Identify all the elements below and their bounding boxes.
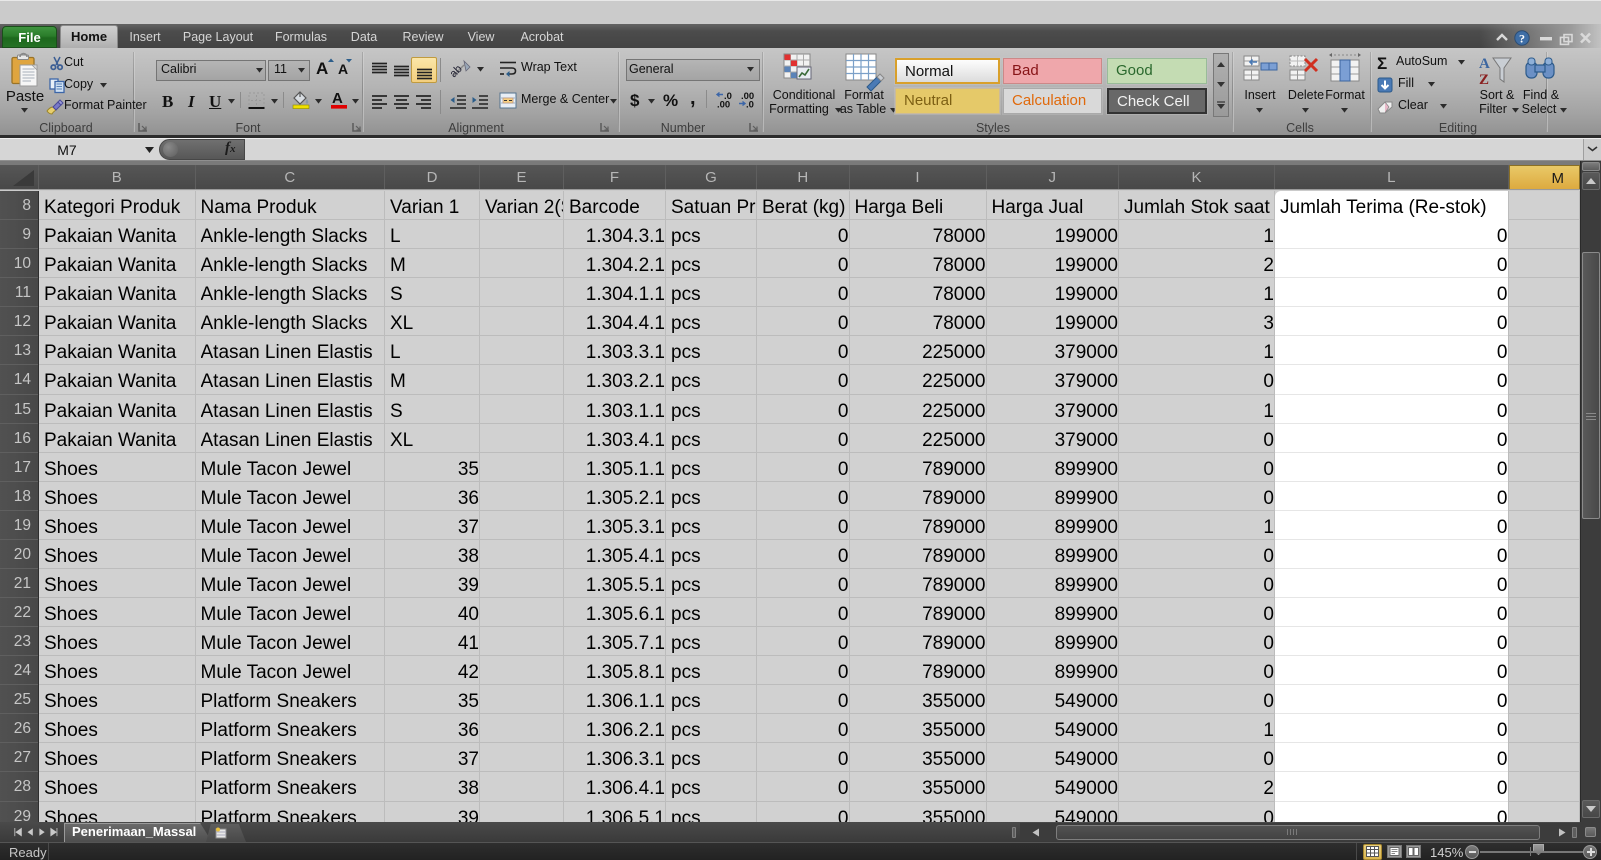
svg-text:?: ? — [1519, 32, 1525, 46]
svg-text:A: A — [316, 59, 328, 78]
svg-text:Z: Z — [1479, 72, 1489, 88]
svg-text:A: A — [1479, 56, 1490, 72]
svg-text:A: A — [338, 61, 348, 77]
svg-text:A: A — [332, 90, 343, 107]
svg-text:ab: ab — [448, 63, 465, 80]
